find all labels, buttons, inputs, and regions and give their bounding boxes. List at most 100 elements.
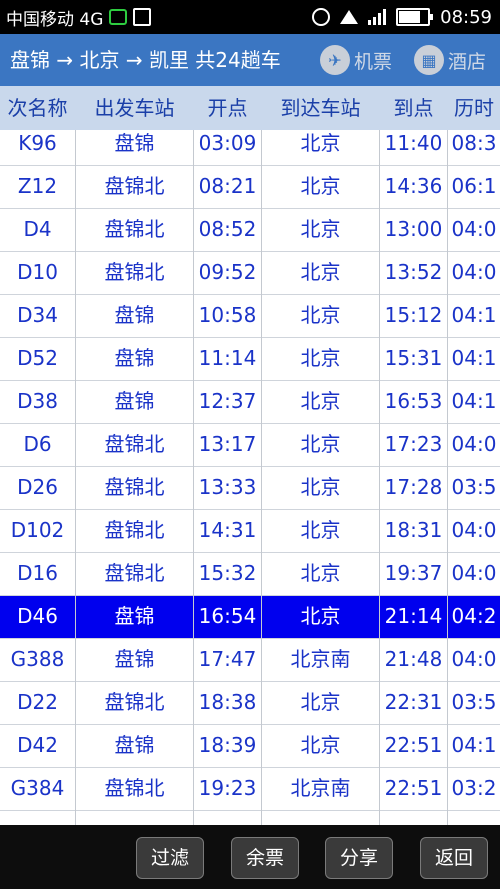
cell-depart-time: 03:09 [198, 131, 257, 155]
cell-arrive-time: 15:12 [384, 303, 443, 327]
hotel-label: 酒店 [448, 50, 487, 73]
share-button[interactable]: 分享 [325, 837, 393, 879]
cell-departure-station: 盘锦 [114, 647, 155, 671]
cell-arrive-time: 16:53 [384, 389, 443, 413]
cell-depart-time: 13:33 [198, 475, 257, 499]
cell-train-name: D38 [17, 389, 58, 413]
cell-arrive-time: 17:28 [384, 475, 443, 499]
cell-train-name: D102 [10, 518, 65, 542]
cell-arrive-time: 17:23 [384, 432, 443, 456]
cell-depart-time: 13:17 [198, 432, 257, 456]
cell-arrive-time: 15:31 [384, 346, 443, 370]
cell-train-name: D16 [17, 561, 58, 585]
cell-depart-time: 14:31 [198, 518, 257, 542]
cell-departure-station: 盘锦 [114, 346, 155, 370]
hotel-icon: ▦ [414, 45, 444, 75]
carrier-label: 中国移动 4G [6, 9, 104, 30]
column-divider [193, 130, 194, 825]
header-departure-station[interactable]: 出发车站 [76, 86, 193, 130]
cell-arrive-time: 22:51 [384, 776, 443, 800]
cell-arrival-station: 北京 [300, 432, 341, 456]
cell-duration: 04:0 [451, 518, 497, 542]
battery-icon [396, 8, 434, 26]
cell-departure-station: 盘锦 [114, 303, 155, 327]
cell-arrival-station: 北京 [300, 260, 341, 284]
cell-depart-time: 08:21 [198, 174, 257, 198]
plane-icon: ✈ [320, 45, 350, 75]
cell-arrival-station: 北京 [300, 131, 341, 155]
remaining-tickets-button[interactable]: 余票 [231, 837, 299, 879]
cell-depart-time: 18:38 [198, 690, 257, 714]
back-button[interactable]: 返回 [420, 837, 488, 879]
wifi-icon [340, 10, 359, 24]
column-divider [447, 130, 448, 825]
cell-arrival-station: 北京 [300, 174, 341, 198]
cell-duration: 04:0 [451, 217, 497, 241]
cell-train-name: D22 [17, 690, 58, 714]
status-right: 08:59 [312, 0, 492, 34]
cell-departure-station: 盘锦北 [104, 776, 165, 800]
app-bar: 盘锦 → 北京 → 凯里 共24趟车 ✈ 机票 ▦ 酒店 [0, 34, 500, 86]
cell-depart-time: 16:54 [198, 604, 257, 628]
cell-arrival-station: 北京 [300, 604, 341, 628]
lock-icon [133, 8, 152, 26]
cell-depart-time: 11:14 [198, 346, 257, 370]
table-header: 次名称 出发车站 开点 到达车站 到点 历时 [0, 86, 500, 130]
cell-arrive-time: 21:14 [384, 604, 443, 628]
cell-train-name: G384 [10, 776, 65, 800]
header-arrival-station[interactable]: 到达车站 [262, 86, 379, 130]
cell-duration: 04:1 [451, 733, 497, 757]
cell-duration: 04:0 [451, 432, 497, 456]
cell-duration: 03:2 [451, 776, 497, 800]
cell-duration: 04:1 [451, 346, 497, 370]
cell-arrive-time: 22:51 [384, 733, 443, 757]
cell-duration: 04:1 [451, 303, 497, 327]
cell-duration: 04:1 [451, 389, 497, 413]
cell-arrive-time: 13:00 [384, 217, 443, 241]
cell-departure-station: 盘锦北 [104, 174, 165, 198]
cell-depart-time: 18:39 [198, 733, 257, 757]
cell-train-name: D6 [23, 432, 52, 456]
clock: 08:59 [440, 6, 492, 28]
cell-departure-station: 盘锦 [114, 733, 155, 757]
cell-arrival-station: 北京 [300, 389, 341, 413]
cell-departure-station: 盘锦北 [104, 561, 165, 585]
cell-arrival-station: 北京 [300, 733, 341, 757]
header-arrive-time[interactable]: 到点 [380, 86, 447, 130]
cell-duration: 03:5 [451, 475, 497, 499]
cell-arrive-time: 14:36 [384, 174, 443, 198]
cell-departure-station: 盘锦北 [104, 432, 165, 456]
column-divider [261, 130, 262, 825]
cell-arrive-time: 18:31 [384, 518, 443, 542]
header-train-name[interactable]: 次名称 [0, 86, 75, 130]
cell-departure-station: 盘锦 [114, 131, 155, 155]
cell-train-name: K96 [18, 131, 57, 155]
cell-arrival-station: 北京南 [290, 647, 351, 671]
cell-train-name: Z12 [17, 174, 58, 198]
cell-depart-time: 08:52 [198, 217, 257, 241]
cell-depart-time: 19:23 [198, 776, 257, 800]
cell-train-name: D42 [17, 733, 58, 757]
cell-duration: 04:0 [451, 260, 497, 284]
status-bar: 中国移动 4G 08:59 [0, 0, 500, 34]
filter-button[interactable]: 过滤 [136, 837, 204, 879]
cell-duration: 04:2 [451, 604, 497, 628]
cell-departure-station: 盘锦北 [104, 260, 165, 284]
cell-train-name: D52 [17, 346, 58, 370]
cell-duration: 08:3 [451, 131, 497, 155]
column-divider [379, 130, 380, 825]
cell-arrive-time: 13:52 [384, 260, 443, 284]
flight-button[interactable]: ✈ 机票 [320, 43, 392, 77]
train-list[interactable]: G384 盘锦北 19:23 北京南 22:51 03:2 D42 盘锦 18:39 北京 22:5… [0, 130, 500, 825]
cell-depart-time: 09:52 [198, 260, 257, 284]
cell-arrival-station: 北京 [300, 346, 341, 370]
cell-duration: 04:0 [451, 647, 497, 671]
cell-arrival-station: 北京 [300, 561, 341, 585]
header-depart-time[interactable]: 开点 [194, 86, 261, 130]
cell-departure-station: 盘锦北 [104, 690, 165, 714]
hotel-button[interactable]: ▦ 酒店 [414, 43, 486, 77]
status-left: 中国移动 4G [6, 0, 152, 34]
header-duration[interactable]: 历时 [448, 86, 500, 130]
column-divider [75, 130, 76, 825]
flight-label: 机票 [354, 50, 393, 73]
